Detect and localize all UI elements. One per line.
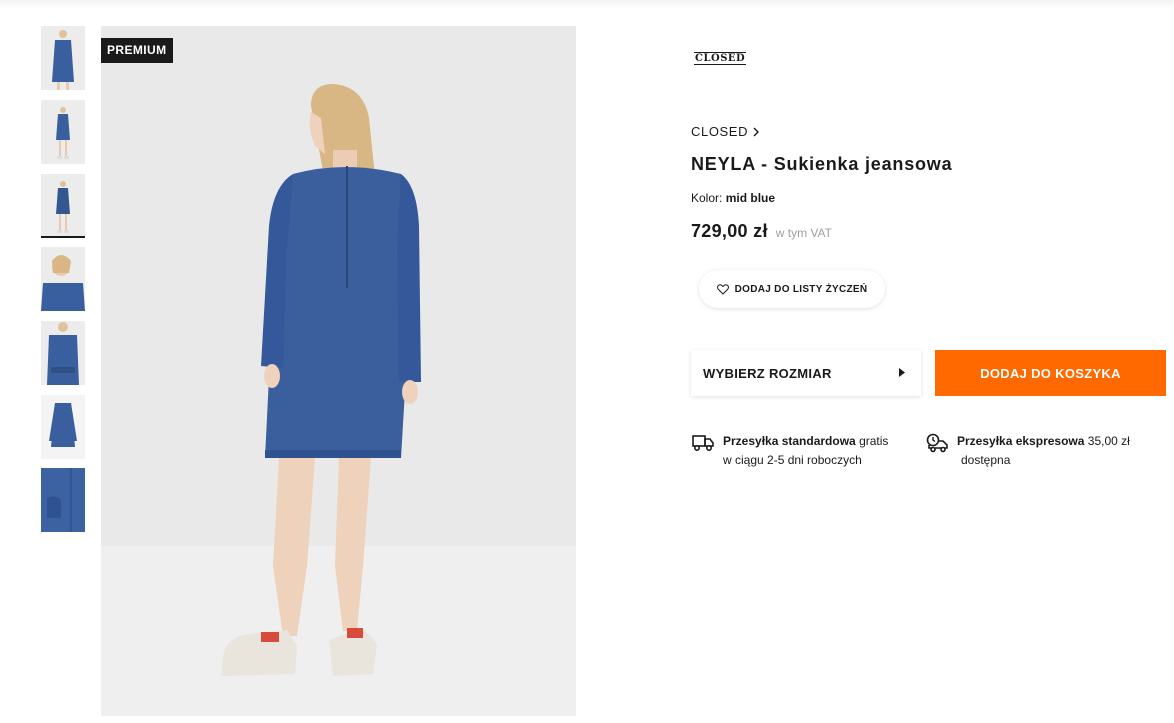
shipping-express-title: Przesyłka ekspresowa [957,434,1085,448]
top-bar [0,0,1174,8]
triangle-right-icon [899,368,905,377]
color-info: Kolor: mid blue [691,191,775,205]
thumbnail-5[interactable] [41,321,85,385]
shipping-standard-price: gratis [859,434,889,448]
shipping-express: Przesyłka ekspresowa 35,00 zł dostępna [926,432,1130,470]
color-value: mid blue [725,191,776,205]
product-main-image[interactable]: PREMIUM [101,26,576,716]
thumbnail-7[interactable] [41,468,85,532]
vat-note: w tym VAT [775,226,832,240]
price-row: 729,00 zł w tym VAT [691,221,832,242]
wishlist-label: DODAJ DO LISTY ŻYCZEŃ [734,283,868,295]
thumbnail-2[interactable] [41,100,85,164]
add-to-wishlist-button[interactable]: DODAJ DO LISTY ŻYCZEŃ [699,270,885,308]
shipping-express-detail: dostępna [961,453,1011,467]
heart-icon [716,283,729,295]
shipping-standard: Przesyłka standardowa gratis w ciągu 2-5… [692,432,888,470]
product-price: 729,00 zł [691,221,768,241]
truck-icon [692,435,714,452]
thumbnail-3[interactable] [41,174,85,238]
chevron-right-icon [753,127,760,136]
thumbnail-1[interactable] [41,26,85,90]
size-select[interactable]: WYBIERZ ROZMIAR [691,350,921,396]
color-label: Kolor: [691,191,723,205]
premium-badge: PREMIUM [101,38,174,63]
size-select-label: WYBIERZ ROZMIAR [703,365,832,381]
brand-link[interactable]: CLOSED [691,124,760,139]
add-to-cart-button[interactable]: DODAJ DO KOSZYKA [935,350,1166,396]
thumbnail-6[interactable] [41,395,85,459]
product-title: NEYLA - Sukienka jeansowa [691,154,953,174]
brand-logo[interactable]: CLOSED [694,52,747,65]
brand-link-label: CLOSED [691,124,749,139]
shipping-express-price: 35,00 zł [1087,434,1130,448]
thumbnail-4[interactable] [41,247,85,311]
shipping-standard-detail: w ciągu 2-5 dni roboczych [723,453,862,467]
model-illustration [101,26,576,716]
express-truck-icon [926,433,948,453]
shipping-standard-title: Przesyłka standardowa [723,434,856,448]
